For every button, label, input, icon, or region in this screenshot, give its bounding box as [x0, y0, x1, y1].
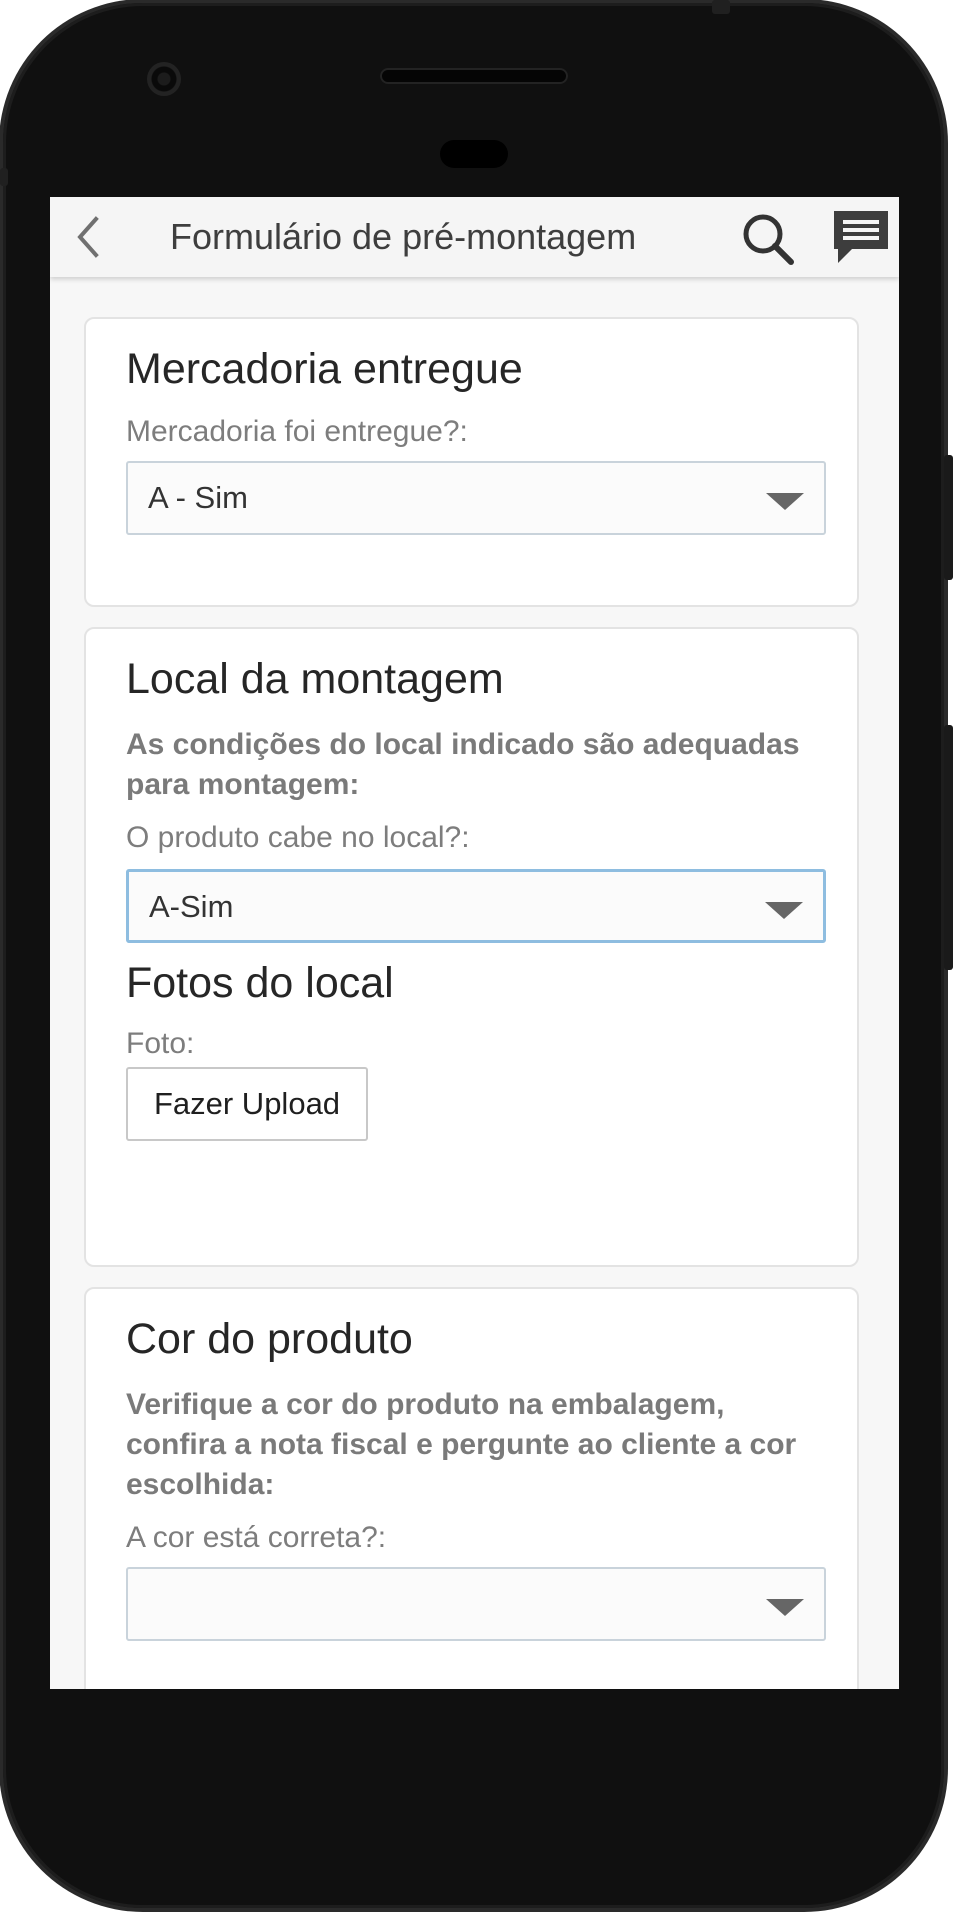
- form-content: Mercadoria entregue Mercadoria foi entre…: [50, 277, 899, 1689]
- earpiece-speaker: [380, 68, 568, 84]
- volume-button: [944, 725, 953, 970]
- caret-down-icon: [765, 902, 803, 919]
- select-value: A-Sim: [149, 889, 234, 924]
- front-camera: [147, 62, 181, 96]
- photos-title: Fotos do local: [126, 959, 394, 1007]
- chat-button[interactable]: [828, 205, 894, 271]
- instruction-text: As condições do local indicado são adequ…: [126, 728, 800, 801]
- chevron-left-icon: [77, 216, 99, 258]
- card-local-da-montagem: Local da montagem As condições do local …: [84, 627, 859, 1267]
- field-label: A cor está correta?:: [126, 1521, 387, 1554]
- card-cor-do-produto: Cor do produto Verifique a cor do produt…: [84, 1287, 859, 1689]
- top-app-bar: Formulário de pré-montagem: [50, 197, 899, 277]
- section-title: Cor do produto: [126, 1315, 413, 1363]
- select-value: A - Sim: [148, 480, 248, 515]
- upload-button[interactable]: Fazer Upload: [126, 1067, 368, 1141]
- left-edge-button: [0, 168, 8, 186]
- card-mercadoria-entregue: Mercadoria entregue Mercadoria foi entre…: [84, 317, 859, 607]
- produto-cabe-select[interactable]: A-Sim: [126, 869, 826, 943]
- screenshot-stage: Formulário de pré-montagem Mercadoria en…: [0, 0, 955, 1915]
- search-button[interactable]: [738, 209, 798, 269]
- cor-correta-select[interactable]: [126, 1567, 826, 1641]
- chat-bubble-icon: [834, 211, 888, 263]
- proximity-sensor: [440, 140, 508, 168]
- field-label: O produto cabe no local?:: [126, 821, 470, 854]
- page-title: Formulário de pré-montagem: [170, 216, 637, 257]
- back-button[interactable]: [64, 211, 116, 263]
- mercadoria-select[interactable]: A - Sim: [126, 461, 826, 535]
- instruction-text: Verifique a cor do produto na embalagem,…: [126, 1388, 797, 1501]
- caret-down-icon: [766, 493, 804, 510]
- power-button: [944, 455, 953, 580]
- app-screen: Formulário de pré-montagem Mercadoria en…: [50, 197, 899, 1689]
- caret-down-icon: [766, 1599, 804, 1616]
- search-icon: [743, 214, 794, 265]
- section-title: Local da montagem: [126, 655, 504, 703]
- photo-label: Foto:: [126, 1027, 195, 1060]
- field-label: Mercadoria foi entregue?:: [126, 415, 468, 448]
- section-title: Mercadoria entregue: [126, 345, 523, 393]
- top-edge-button: [712, 0, 730, 14]
